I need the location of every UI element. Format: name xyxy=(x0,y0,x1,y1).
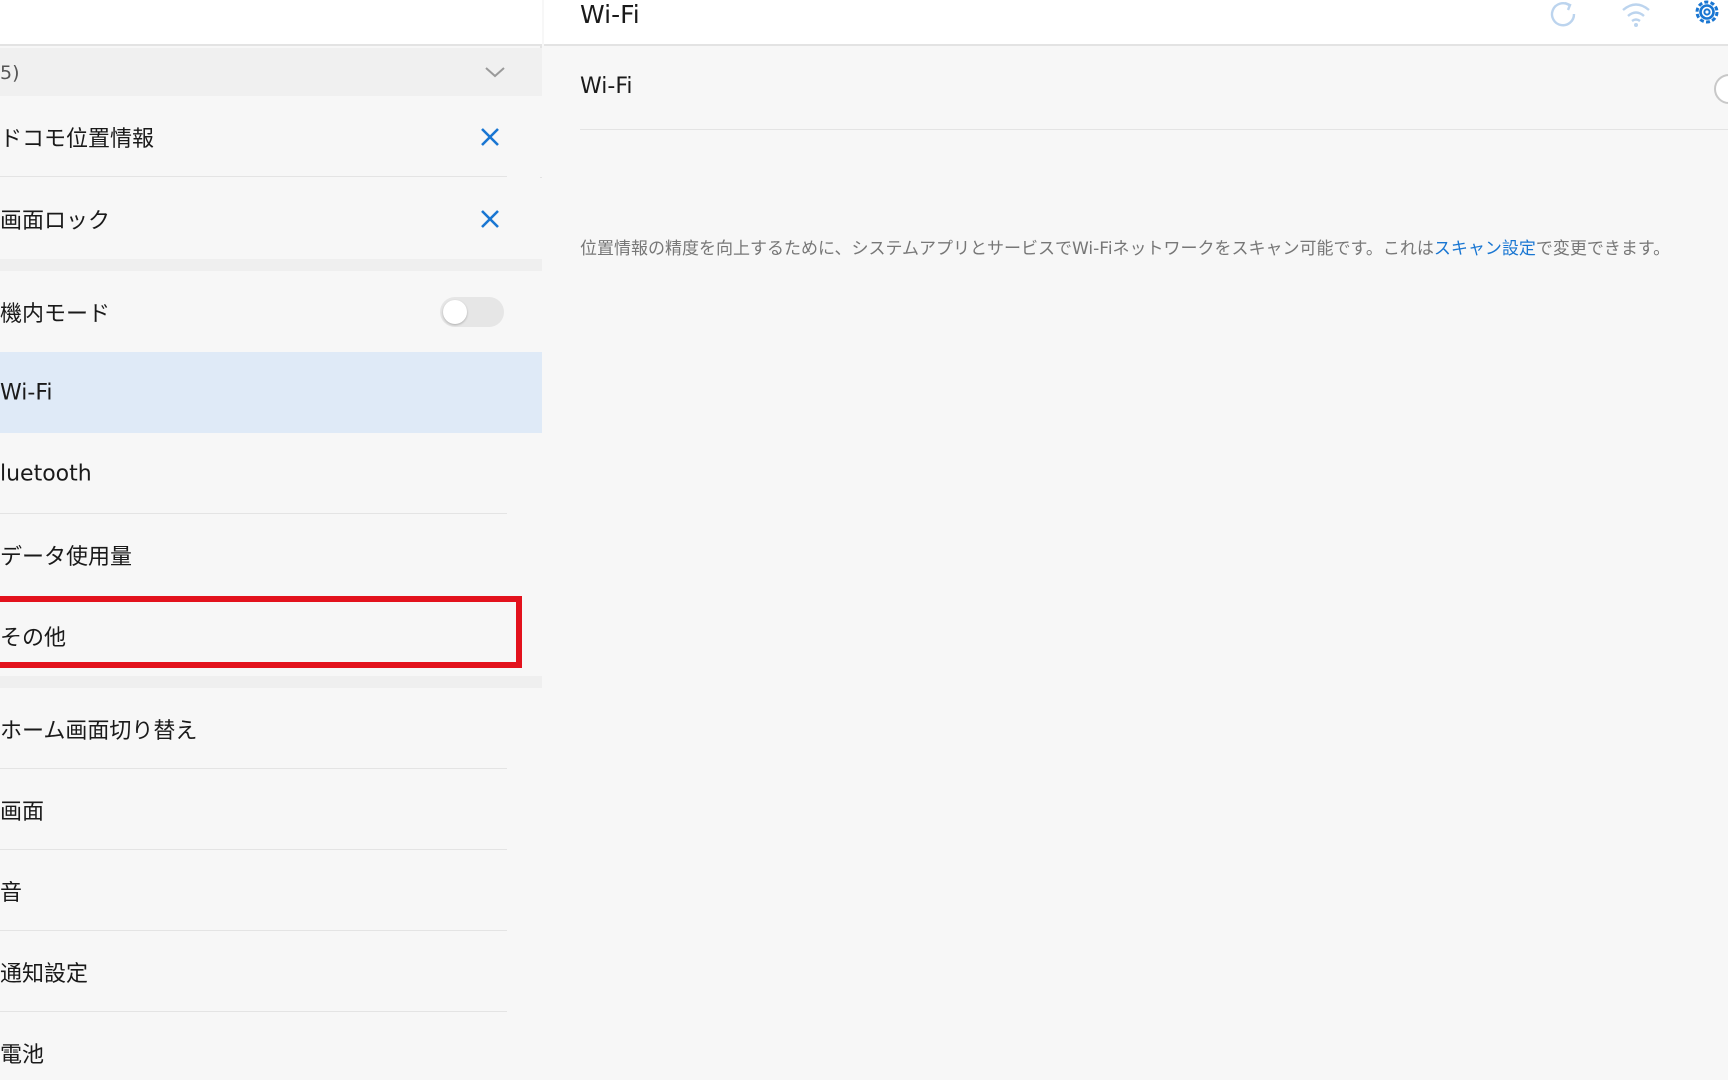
suggestion-screen-lock[interactable]: 画面ロック xyxy=(0,178,542,259)
row-label: 音 xyxy=(0,880,23,906)
note-text-after: で変更できます。 xyxy=(1535,239,1671,259)
setting-airplane-mode[interactable]: 機内モード xyxy=(0,271,542,352)
toggle-knob xyxy=(443,299,467,324)
row-label: ドコモ位置情報 xyxy=(0,126,155,152)
wifi-switch-label: Wi-Fi xyxy=(580,74,633,99)
scan-settings-link[interactable]: スキャン設定 xyxy=(1434,239,1536,259)
highlight-box xyxy=(0,596,522,668)
row-label: Wi-Fi xyxy=(0,380,53,405)
row-label: 電池 xyxy=(0,1042,45,1068)
wifi-toggle[interactable] xyxy=(1714,74,1728,104)
right-header-bar: Wi-Fi xyxy=(544,0,1728,46)
setting-wifi[interactable]: Wi-Fi xyxy=(0,352,542,433)
chevron-down-icon[interactable] xyxy=(483,62,507,82)
setting-data-usage[interactable]: データ使用量 xyxy=(0,514,542,595)
row-label: luetooth xyxy=(0,461,92,486)
row-divider xyxy=(0,176,507,177)
group-header-text: 5) xyxy=(0,62,20,84)
section-gap xyxy=(0,259,542,271)
settings-gear-icon[interactable] xyxy=(1690,0,1724,30)
setting-notifications[interactable]: 通知設定 xyxy=(0,931,542,1012)
dismiss-icon[interactable] xyxy=(478,125,502,149)
row-label: 画面 xyxy=(0,799,45,825)
scan-info-text: 位置情報の精度を向上するために、システムアプリとサービスでWi-Fiネットワーク… xyxy=(580,234,1670,259)
setting-home-switch[interactable]: ホーム画面切り替え xyxy=(0,688,542,769)
wifi-signal-icon[interactable] xyxy=(1619,0,1653,30)
settings-list-panel: 5) ドコモ位置情報 画面ロック 機内モード Wi-Fi luetooth デー… xyxy=(0,0,542,1080)
airplane-mode-toggle[interactable] xyxy=(440,296,504,327)
setting-battery[interactable]: 電池 xyxy=(0,1012,542,1080)
row-label: 画面ロック xyxy=(0,208,111,234)
wifi-switch-row[interactable]: Wi-Fi xyxy=(580,48,1728,130)
row-label: 機内モード xyxy=(0,301,111,327)
row-label: ホーム画面切り替え xyxy=(0,718,198,744)
setting-display[interactable]: 画面 xyxy=(0,769,542,850)
note-text-before: 位置情報の精度を向上するために、システムアプリとサービスでWi-Fiネットワーク… xyxy=(580,239,1434,259)
dismiss-icon[interactable] xyxy=(478,207,502,231)
setting-bluetooth[interactable]: luetooth xyxy=(0,433,542,514)
left-header-bar xyxy=(0,0,542,46)
row-label: 通知設定 xyxy=(0,961,89,987)
wifi-detail-panel: Wi-Fi Wi-Fi 位置情報の精度を向上するために、システムアプリとサービス… xyxy=(544,0,1728,1080)
suggestion-docomo-location[interactable]: ドコモ位置情報 xyxy=(0,96,542,177)
refresh-icon[interactable] xyxy=(1547,0,1581,30)
row-label: データ使用量 xyxy=(0,544,133,570)
setting-sound[interactable]: 音 xyxy=(0,850,542,931)
suggestions-group-header[interactable]: 5) xyxy=(0,48,542,96)
section-gap xyxy=(0,676,542,688)
page-title: Wi-Fi xyxy=(580,0,640,29)
